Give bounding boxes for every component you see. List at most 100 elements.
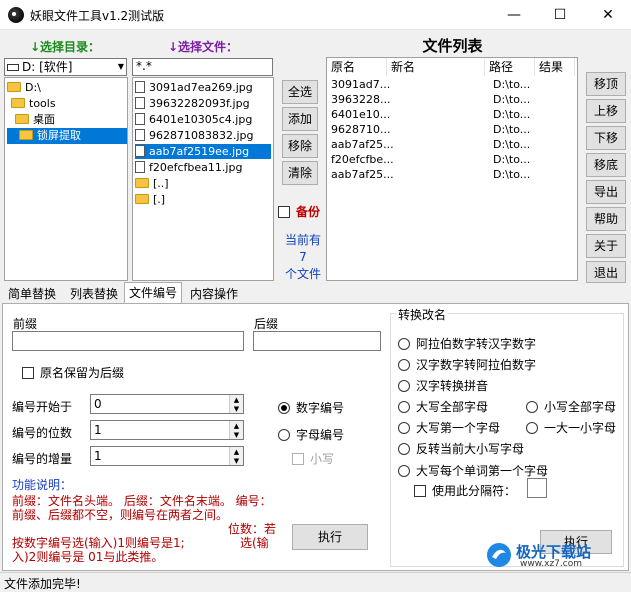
tree-item-tools[interactable]: tools: [11, 96, 56, 112]
radio-icon[interactable]: [398, 380, 410, 392]
list-item[interactable]: 39632282093f.jpg: [135, 96, 250, 111]
help-button[interactable]: 帮助: [586, 207, 626, 231]
list-item[interactable]: 962871083832.jpg: [135, 128, 254, 143]
list-item[interactable]: [..]: [135, 176, 169, 191]
radio-icon[interactable]: [398, 401, 410, 413]
tab-simple-replace[interactable]: 简单替换: [4, 284, 60, 304]
list-item[interactable]: aab7af2519ee.jpg: [135, 144, 271, 159]
file-icon: [135, 145, 145, 157]
list-item[interactable]: 6401e10305c4.jpg: [135, 112, 252, 127]
tree-item-drive[interactable]: D:\: [7, 80, 41, 96]
radio-icon[interactable]: [278, 402, 290, 414]
alpha-radio[interactable]: 字母编号: [278, 426, 344, 443]
keep-name-checkbox[interactable]: 原名保留为后缀: [22, 364, 124, 381]
lowercase-checkbox[interactable]: 小写: [292, 450, 334, 467]
folder-icon: [135, 194, 149, 204]
exit-button[interactable]: 退出: [586, 261, 626, 283]
about-button[interactable]: 关于: [586, 234, 626, 258]
chevron-down-icon[interactable]: ▼: [118, 59, 124, 75]
minimize-button[interactable]: —: [491, 0, 537, 30]
execute-numbering-button[interactable]: 执行: [292, 524, 368, 550]
spin-button[interactable]: ▲ ▼: [229, 447, 243, 465]
radio-uppercase-all[interactable]: 大写全部字母: [398, 398, 488, 415]
convert-group-title: 转换改名: [396, 306, 449, 323]
increment-input[interactable]: 1 ▲ ▼: [90, 446, 244, 466]
suffix-label: 后缀: [254, 317, 279, 331]
tree-item-desktop[interactable]: 桌面: [15, 112, 55, 128]
separator-input[interactable]: [527, 478, 547, 498]
spin-down-icon[interactable]: ▼: [230, 430, 243, 439]
move-down-button[interactable]: 下移: [586, 126, 626, 150]
file-icon: [135, 129, 145, 141]
radio-icon[interactable]: [398, 443, 410, 455]
radio-icon[interactable]: [398, 422, 410, 434]
file-count: 当前有 7 个文件: [284, 233, 321, 281]
column-header-new[interactable]: 新名: [387, 58, 485, 76]
radio-icon[interactable]: [398, 465, 410, 477]
radio-icon[interactable]: [526, 422, 538, 434]
watermark-icon: [487, 543, 511, 567]
spin-up-icon[interactable]: ▲: [230, 447, 243, 456]
tree-item-lockscreen[interactable]: 锁屏提取: [7, 128, 127, 144]
checkbox-icon[interactable]: [22, 367, 34, 379]
prefix-input[interactable]: [12, 331, 244, 351]
radio-to-pinyin[interactable]: 汉字转换拼音: [398, 377, 488, 394]
separator-checkbox[interactable]: 使用此分隔符：: [414, 482, 516, 499]
tab-content-ops[interactable]: 内容操作: [186, 284, 242, 304]
spin-down-icon[interactable]: ▼: [230, 404, 243, 413]
numeric-radio[interactable]: 数字编号: [278, 399, 344, 416]
radio-chinese-to-arabic[interactable]: 汉字数字转阿拉伯数字: [398, 356, 536, 373]
spin-up-icon[interactable]: ▲: [230, 395, 243, 404]
filter-input[interactable]: *.*: [132, 58, 273, 76]
move-top-button[interactable]: 移顶: [586, 72, 626, 96]
radio-icon[interactable]: [398, 338, 410, 350]
backup-checkbox[interactable]: 备份: [278, 203, 320, 220]
drive-select[interactable]: D: [软件] ▼: [4, 58, 127, 76]
column-header-result[interactable]: 结果: [535, 58, 575, 76]
clear-button[interactable]: 清除: [282, 161, 318, 185]
close-button[interactable]: ✕: [585, 0, 631, 30]
radio-alternating-case[interactable]: 一大一小字母: [526, 419, 616, 436]
radio-lowercase-all[interactable]: 小写全部字母: [526, 398, 616, 415]
export-button[interactable]: 导出: [586, 180, 626, 204]
radio-arabic-to-chinese[interactable]: 阿拉伯数字转汉字数字: [398, 335, 536, 352]
radio-icon[interactable]: [398, 359, 410, 371]
title-bar: 妖眼文件工具v1.2测试版 — ☐ ✕: [0, 0, 631, 30]
radio-icon[interactable]: [526, 401, 538, 413]
spin-button[interactable]: ▲ ▼: [229, 421, 243, 439]
column-header-path[interactable]: 路径: [485, 58, 535, 76]
start-input[interactable]: 0 ▲ ▼: [90, 394, 244, 414]
help-text: 前缀：文件名头端。 后缀：文件名末端。 编号：前缀、后缀都不空，则编号在两者之间…: [12, 494, 272, 522]
maximize-button[interactable]: ☐: [537, 0, 583, 30]
list-item[interactable]: [.]: [135, 192, 165, 207]
checkbox-icon[interactable]: [292, 453, 304, 465]
tab-list-replace[interactable]: 列表替换: [66, 284, 122, 304]
remove-button[interactable]: 移除: [282, 134, 318, 158]
radio-invert-case[interactable]: 反转当前大小写字母: [398, 440, 524, 457]
tab-file-numbering[interactable]: 文件编号: [124, 282, 183, 304]
column-header-orig[interactable]: 原名: [327, 58, 387, 76]
checkbox-icon[interactable]: [414, 485, 426, 497]
select-all-button[interactable]: 全选: [282, 80, 318, 104]
drive-value: D: [软件]: [22, 60, 73, 74]
radio-capitalize-words[interactable]: 大写每个单词第一个字母: [398, 462, 548, 479]
suffix-input[interactable]: [253, 331, 381, 351]
file-listbox[interactable]: 3091ad7ea269.jpg 39632282093f.jpg 6401e1…: [132, 77, 274, 281]
file-list-view[interactable]: 原名 新名 路径 结果 3091ad7... D:\to... 3963228..…: [326, 57, 578, 281]
spin-up-icon[interactable]: ▲: [230, 421, 243, 430]
directory-tree[interactable]: D:\ tools 桌面 锁屏提取: [4, 77, 128, 281]
select-file-label: ↓选择文件：: [168, 40, 239, 54]
list-item[interactable]: f20efcfbea11.jpg: [135, 160, 242, 175]
digits-input[interactable]: 1 ▲ ▼: [90, 420, 244, 440]
spin-button[interactable]: ▲ ▼: [229, 395, 243, 413]
add-button[interactable]: 添加: [282, 107, 318, 131]
file-icon: [135, 113, 145, 125]
radio-capitalize-first[interactable]: 大写第一个字母: [398, 419, 500, 436]
move-bottom-button[interactable]: 移底: [586, 153, 626, 177]
radio-icon[interactable]: [278, 429, 290, 441]
spin-down-icon[interactable]: ▼: [230, 456, 243, 465]
move-up-button[interactable]: 上移: [586, 99, 626, 123]
checkbox-icon[interactable]: [278, 206, 290, 218]
help-text-digits: 位数：若: [228, 522, 277, 536]
list-item[interactable]: 3091ad7ea269.jpg: [135, 80, 253, 95]
